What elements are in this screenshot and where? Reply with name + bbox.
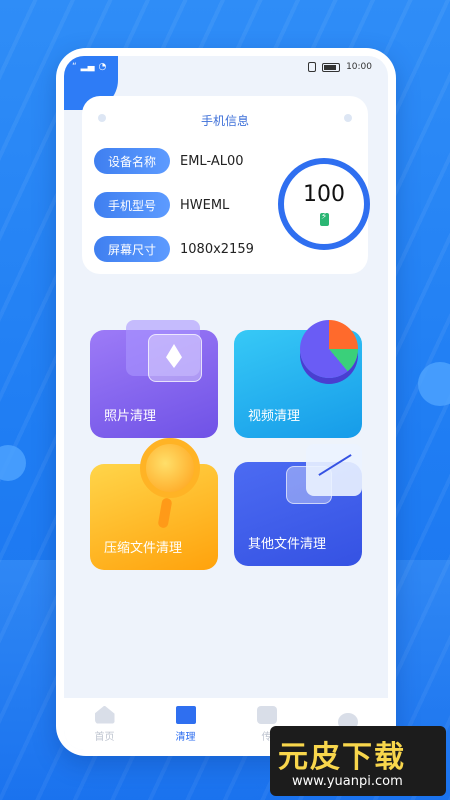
battery-gauge: 100 xyxy=(278,158,370,250)
vibrate-icon xyxy=(308,62,317,72)
wifi-icon: ◔ xyxy=(98,62,107,72)
signal-icon: ▂▄ xyxy=(80,62,95,72)
nav-item-home[interactable]: 首页 xyxy=(64,698,145,750)
phone-screen: “ ▂▄ ◔ 10:00 手机信息 设备名称 EML-AL00 手机型号 HWE… xyxy=(64,56,388,750)
magnifier-icon xyxy=(140,438,200,498)
pie-chart-icon xyxy=(300,320,358,378)
watermark-logo-text: 元皮下载 xyxy=(278,740,406,775)
photo-clean-label: 照片清理 xyxy=(104,409,157,424)
other-clean-tile[interactable]: 其他文件清理 xyxy=(234,444,362,566)
info-value-screen-size: 1080x2159 xyxy=(180,241,254,257)
info-value-device-name: EML-AL00 xyxy=(180,153,244,169)
watermark-url: www.yuanpi.com xyxy=(292,774,403,789)
trend-chart-icon xyxy=(306,444,362,496)
broom-icon xyxy=(175,705,196,724)
photo-clean-tile[interactable]: 照片清理 xyxy=(90,320,218,438)
status-bar: “ ▂▄ ◔ 10:00 xyxy=(64,62,388,80)
nav-label-home: 首页 xyxy=(94,731,115,743)
other-clean-label: 其他文件清理 xyxy=(248,537,327,552)
zip-clean-label: 压缩文件清理 xyxy=(104,541,183,556)
status-left: “ ▂▄ ◔ xyxy=(72,62,106,72)
status-time: 10:00 xyxy=(346,62,372,72)
charging-battery-icon xyxy=(319,212,329,226)
info-label-screen-size: 屏幕尺寸 xyxy=(94,236,170,262)
video-clean-tile[interactable]: 视频清理 xyxy=(234,320,362,438)
info-value-model: HWEML xyxy=(180,197,230,213)
status-right: 10:00 xyxy=(308,62,372,72)
video-clean-label: 视频清理 xyxy=(248,409,301,424)
magnifier-handle-icon xyxy=(157,497,173,529)
info-label-model: 手机型号 xyxy=(94,192,170,218)
background-blob-right xyxy=(418,362,450,406)
site-watermark: 元皮下载 www.yuanpi.com xyxy=(270,726,446,796)
info-card-title: 手机信息 xyxy=(200,114,249,128)
battery-icon xyxy=(322,62,341,72)
quote-icon: “ xyxy=(72,62,77,72)
info-label-device-name: 设备名称 xyxy=(94,148,170,174)
home-icon xyxy=(94,705,115,724)
battery-value: 100 xyxy=(303,182,345,207)
info-row-device-name: 设备名称 EML-AL00 xyxy=(94,148,244,174)
nav-label-clean: 清理 xyxy=(175,731,196,743)
background-blob-left xyxy=(0,445,26,481)
zip-clean-tile[interactable]: 压缩文件清理 xyxy=(90,438,218,570)
phone-info-card: 手机信息 设备名称 EML-AL00 手机型号 HWEML 屏幕尺寸 1080x… xyxy=(82,96,370,274)
nav-item-clean[interactable]: 清理 xyxy=(145,698,226,750)
info-row-model: 手机型号 HWEML xyxy=(94,192,229,218)
folder-icon xyxy=(256,705,277,724)
info-row-screen-size: 屏幕尺寸 1080x2159 xyxy=(94,236,254,262)
